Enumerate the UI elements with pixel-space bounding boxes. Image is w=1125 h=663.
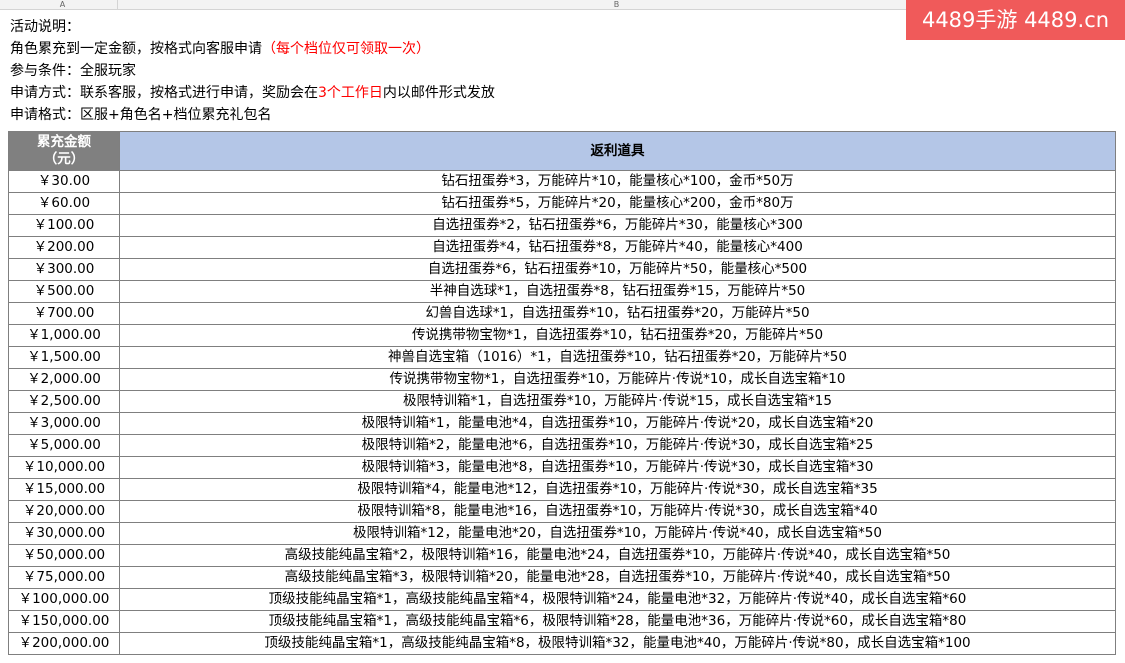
intro-method-days: 3个工作日	[318, 85, 383, 101]
reward-cell[interactable]: 顶级技能纯晶宝箱*1，高级技能纯晶宝箱*6，极限特训箱*28，能量电池*36，万…	[119, 610, 1116, 633]
amount-cell[interactable]: ￥50,000.00	[8, 544, 120, 567]
amount-cell[interactable]: ￥5,000.00	[8, 434, 120, 457]
table-row: ￥200.00 自选扭蛋券*4，钻石扭蛋券*8，万能碎片*40，能量核心*400	[8, 236, 1116, 259]
amount-cell[interactable]: ￥200.00	[8, 236, 120, 259]
column-header-a[interactable]: A	[8, 0, 118, 9]
header-reward[interactable]: 返利道具	[119, 131, 1116, 171]
table-row: ￥5,000.00 极限特训箱*2，能量电池*6，自选扭蛋券*10，万能碎片·传说…	[8, 434, 1116, 457]
amount-cell[interactable]: ￥30,000.00	[8, 522, 120, 545]
table-row: ￥10,000.00 极限特训箱*3，能量电池*8，自选扭蛋券*10，万能碎片·传…	[8, 456, 1116, 479]
intro-format: 申请格式：区服+角色名+档位累充礼包名	[10, 107, 272, 123]
table-row: ￥200,000.00 顶级技能纯晶宝箱*1，高级技能纯晶宝箱*8，极限特训箱*3…	[8, 632, 1116, 655]
table-row: ￥100.00 自选扭蛋券*2，钻石扭蛋券*6，万能碎片*30，能量核心*300	[8, 214, 1116, 237]
table-row: ￥30.00 钻石扭蛋券*3，万能碎片*10，能量核心*100，金币*50万	[8, 170, 1116, 193]
table-row: ￥20,000.00 极限特训箱*8，能量电池*16，自选扭蛋券*10，万能碎片·…	[8, 500, 1116, 523]
reward-cell[interactable]: 高级技能纯晶宝箱*2，极限特训箱*16，能量电池*24，自选扭蛋券*10，万能碎…	[119, 544, 1116, 567]
table-row: ￥15,000.00 极限特训箱*4，能量电池*12，自选扭蛋券*10，万能碎片·…	[8, 478, 1116, 501]
header-amount-label: 累充金额 （元）	[37, 134, 91, 167]
table-row: ￥700.00 幻兽自选球*1，自选扭蛋券*10，钻石扭蛋券*20，万能碎片*50	[8, 302, 1116, 325]
reward-cell[interactable]: 传说携带物宝物*1，自选扭蛋券*10，万能碎片·传说*10，成长自选宝箱*10	[119, 368, 1116, 391]
table-row: ￥300.00 自选扭蛋券*6，钻石扭蛋券*10，万能碎片*50，能量核心*500	[8, 258, 1116, 281]
header-amount[interactable]: 累充金额 （元）	[8, 131, 120, 171]
table-row: ￥1,500.00 神兽自选宝箱（1016）*1，自选扭蛋券*10，钻石扭蛋券*2…	[8, 346, 1116, 369]
reward-cell[interactable]: 自选扭蛋券*6，钻石扭蛋券*10，万能碎片*50，能量核心*500	[119, 258, 1116, 281]
table-row: ￥1,000.00 传说携带物宝物*1，自选扭蛋券*10，钻石扭蛋券*20，万能碎…	[8, 324, 1116, 347]
table-row: ￥50,000.00 高级技能纯晶宝箱*2，极限特训箱*16，能量电池*24，自选…	[8, 544, 1116, 567]
intro-rule: 角色累充到一定金额，按格式向客服申请（每个档位仅可领取一次）	[10, 38, 495, 60]
reward-cell[interactable]: 极限特训箱*12，能量电池*20，自选扭蛋券*10，万能碎片·传说*40，成长自…	[119, 522, 1116, 545]
intro-title: 活动说明：	[10, 19, 80, 35]
rebate-table: 累充金额 （元） 返利道具 ￥30.00 钻石扭蛋券*3，万能碎片*10，能量核心…	[8, 131, 1116, 655]
reward-cell[interactable]: 顶级技能纯晶宝箱*1，高级技能纯晶宝箱*4，极限特训箱*24，能量电池*32，万…	[119, 588, 1116, 611]
amount-cell[interactable]: ￥2,000.00	[8, 368, 120, 391]
intro-rule-text: 角色累充到一定金额，按格式向客服申请	[10, 41, 262, 57]
table-row: ￥100,000.00 顶级技能纯晶宝箱*1，高级技能纯晶宝箱*4，极限特训箱*2…	[8, 588, 1116, 611]
intro-method: 申请方式：联系客服，按格式进行申请，奖励会在3个工作日内以邮件形式发放	[10, 82, 495, 104]
intro-rule-note: （每个档位仅可领取一次）	[262, 41, 430, 57]
amount-cell[interactable]: ￥300.00	[8, 258, 120, 281]
reward-cell[interactable]: 自选扭蛋券*4，钻石扭蛋券*8，万能碎片*40，能量核心*400	[119, 236, 1116, 259]
amount-cell[interactable]: ￥60.00	[8, 192, 120, 215]
amount-cell[interactable]: ￥20,000.00	[8, 500, 120, 523]
reward-cell[interactable]: 传说携带物宝物*1，自选扭蛋券*10，钻石扭蛋券*20，万能碎片*50	[119, 324, 1116, 347]
intro-method-tail: 内以邮件形式发放	[382, 85, 495, 101]
reward-cell[interactable]: 神兽自选宝箱（1016）*1，自选扭蛋券*10，钻石扭蛋券*20，万能碎片*50	[119, 346, 1116, 369]
amount-cell[interactable]: ￥100,000.00	[8, 588, 120, 611]
amount-cell[interactable]: ￥10,000.00	[8, 456, 120, 479]
amount-cell[interactable]: ￥700.00	[8, 302, 120, 325]
amount-cell[interactable]: ￥30.00	[8, 170, 120, 193]
table-row: ￥75,000.00 高级技能纯晶宝箱*3，极限特训箱*20，能量电池*28，自选…	[8, 566, 1116, 589]
amount-cell[interactable]: ￥100.00	[8, 214, 120, 237]
amount-cell[interactable]: ￥3,000.00	[8, 412, 120, 435]
reward-cell[interactable]: 自选扭蛋券*2，钻石扭蛋券*6，万能碎片*30，能量核心*300	[119, 214, 1116, 237]
table-row: ￥2,000.00 传说携带物宝物*1，自选扭蛋券*10，万能碎片·传说*10，成…	[8, 368, 1116, 391]
reward-cell[interactable]: 极限特训箱*1，能量电池*4，自选扭蛋券*10，万能碎片·传说*20，成长自选宝…	[119, 412, 1116, 435]
intro-condition: 参与条件：全服玩家	[10, 63, 136, 79]
reward-cell[interactable]: 顶级技能纯晶宝箱*1，高级技能纯晶宝箱*8，极限特训箱*32，能量电池*40，万…	[119, 632, 1116, 655]
reward-cell[interactable]: 极限特训箱*2，能量电池*6，自选扭蛋券*10，万能碎片·传说*30，成长自选宝…	[119, 434, 1116, 457]
amount-cell[interactable]: ￥150,000.00	[8, 610, 120, 633]
amount-cell[interactable]: ￥1,500.00	[8, 346, 120, 369]
amount-cell[interactable]: ￥500.00	[8, 280, 120, 303]
table-row: ￥30,000.00 极限特训箱*12，能量电池*20，自选扭蛋券*10，万能碎片…	[8, 522, 1116, 545]
reward-cell[interactable]: 极限特训箱*3，能量电池*8，自选扭蛋券*10，万能碎片·传说*30，成长自选宝…	[119, 456, 1116, 479]
intro-method-text: 申请方式：联系客服，按格式进行申请，奖励会在	[10, 85, 318, 101]
reward-cell[interactable]: 极限特训箱*4，能量电池*12，自选扭蛋券*10，万能碎片·传说*30，成长自选…	[119, 478, 1116, 501]
reward-cell[interactable]: 钻石扭蛋券*5，万能碎片*20，能量核心*200，金币*80万	[119, 192, 1116, 215]
reward-cell[interactable]: 钻石扭蛋券*3，万能碎片*10，能量核心*100，金币*50万	[119, 170, 1116, 193]
table-header-row: 累充金额 （元） 返利道具	[8, 131, 1116, 171]
reward-cell[interactable]: 高级技能纯晶宝箱*3，极限特训箱*20，能量电池*28，自选扭蛋券*10，万能碎…	[119, 566, 1116, 589]
amount-cell[interactable]: ￥1,000.00	[8, 324, 120, 347]
amount-cell[interactable]: ￥200,000.00	[8, 632, 120, 655]
reward-cell[interactable]: 极限特训箱*1，自选扭蛋券*10，万能碎片·传说*15，成长自选宝箱*15	[119, 390, 1116, 413]
table-row: ￥500.00 半神自选球*1，自选扭蛋券*8，钻石扭蛋券*15，万能碎片*50	[8, 280, 1116, 303]
reward-cell[interactable]: 幻兽自选球*1，自选扭蛋券*10，钻石扭蛋券*20，万能碎片*50	[119, 302, 1116, 325]
reward-cell[interactable]: 半神自选球*1，自选扭蛋券*8，钻石扭蛋券*15，万能碎片*50	[119, 280, 1116, 303]
amount-cell[interactable]: ￥75,000.00	[8, 566, 120, 589]
watermark-logo: 4489手游 4489.cn	[906, 0, 1125, 40]
table-row: ￥3,000.00 极限特训箱*1，能量电池*4，自选扭蛋券*10，万能碎片·传说…	[8, 412, 1116, 435]
table-row: ￥150,000.00 顶级技能纯晶宝箱*1，高级技能纯晶宝箱*6，极限特训箱*2…	[8, 610, 1116, 633]
table-row: ￥2,500.00 极限特训箱*1，自选扭蛋券*10，万能碎片·传说*15，成长自…	[8, 390, 1116, 413]
table-row: ￥60.00 钻石扭蛋券*5，万能碎片*20，能量核心*200，金币*80万	[8, 192, 1116, 215]
reward-cell[interactable]: 极限特训箱*8，能量电池*16，自选扭蛋券*10，万能碎片·传说*30，成长自选…	[119, 500, 1116, 523]
amount-cell[interactable]: ￥15,000.00	[8, 478, 120, 501]
amount-cell[interactable]: ￥2,500.00	[8, 390, 120, 413]
activity-description: 活动说明： 角色累充到一定金额，按格式向客服申请（每个档位仅可领取一次） 参与条…	[10, 16, 495, 126]
